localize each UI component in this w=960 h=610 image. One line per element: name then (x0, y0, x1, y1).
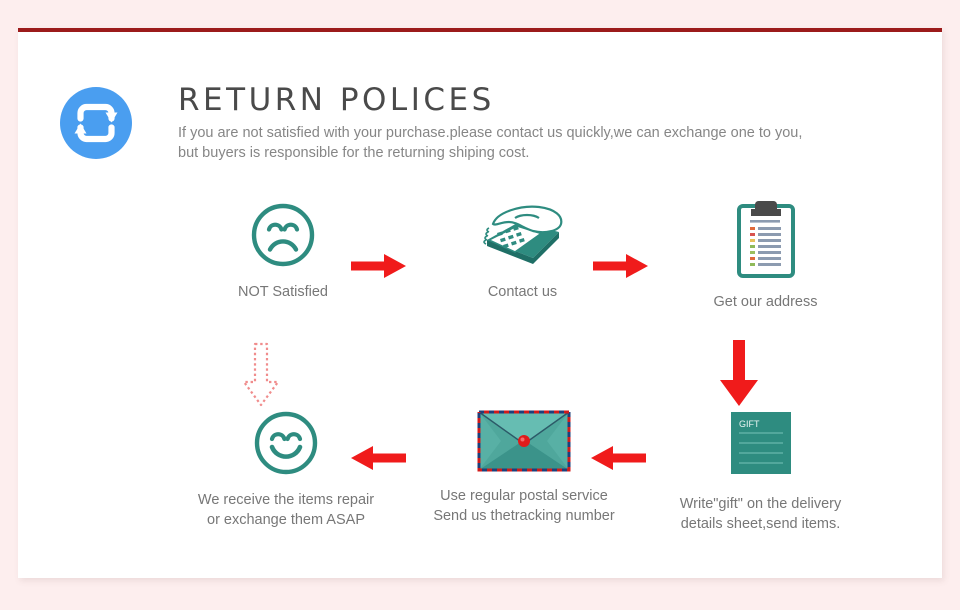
content-card: RETURN POLICES If you are not satisfied … (18, 28, 942, 578)
header-subtitle: If you are not satisfied with your purch… (178, 123, 900, 164)
flow-step-label: Use regular postal service Send us thetr… (433, 488, 615, 524)
flow-step-label: Write"gift" on the delivery details shee… (679, 496, 842, 532)
arrow-right-icon (593, 252, 648, 285)
flow-step-postal-service: Use regular postal service Send us thetr… (413, 410, 635, 526)
envelope-icon (413, 410, 635, 477)
happy-face-icon (166, 410, 406, 481)
gift-parcel-icon: GIFT (643, 410, 878, 485)
clipboard-icon (648, 200, 883, 283)
flow-step-label: We receive the items repair or exchange … (197, 492, 375, 528)
arrow-down-icon (718, 340, 760, 413)
page-title: RETURN POLICES (178, 82, 495, 118)
flow-step-label: Contact us (487, 284, 558, 300)
flow-step-write-gift: GIFT Write"gift" on the delivery details… (643, 410, 878, 534)
header-text-block: RETURN POLICES If you are not satisfied … (178, 84, 900, 164)
arrow-down-dotted-icon (240, 342, 282, 413)
header-subtitle-line2: but buyers is responsible for the return… (178, 145, 530, 162)
flow-step-items-received: We receive the items repair or exchange … (166, 410, 406, 530)
flow-step-get-our-address: Get our address (648, 200, 883, 312)
flow-step-label: Get our address (713, 294, 818, 310)
gift-tag-text: GIFT (739, 419, 760, 429)
header-subtitle-line1: If you are not satisfied with your purch… (178, 124, 803, 141)
return-flow-diagram: NOT Satisfied Contact us Get our address… (38, 192, 922, 572)
page-root: RETURN POLICES If you are not satisfied … (0, 0, 960, 610)
flow-step-label: NOT Satisfied (238, 284, 328, 300)
header: RETURN POLICES If you are not satisfied … (60, 84, 900, 174)
return-cycle-icon (60, 87, 132, 159)
arrow-right-icon (351, 252, 406, 285)
